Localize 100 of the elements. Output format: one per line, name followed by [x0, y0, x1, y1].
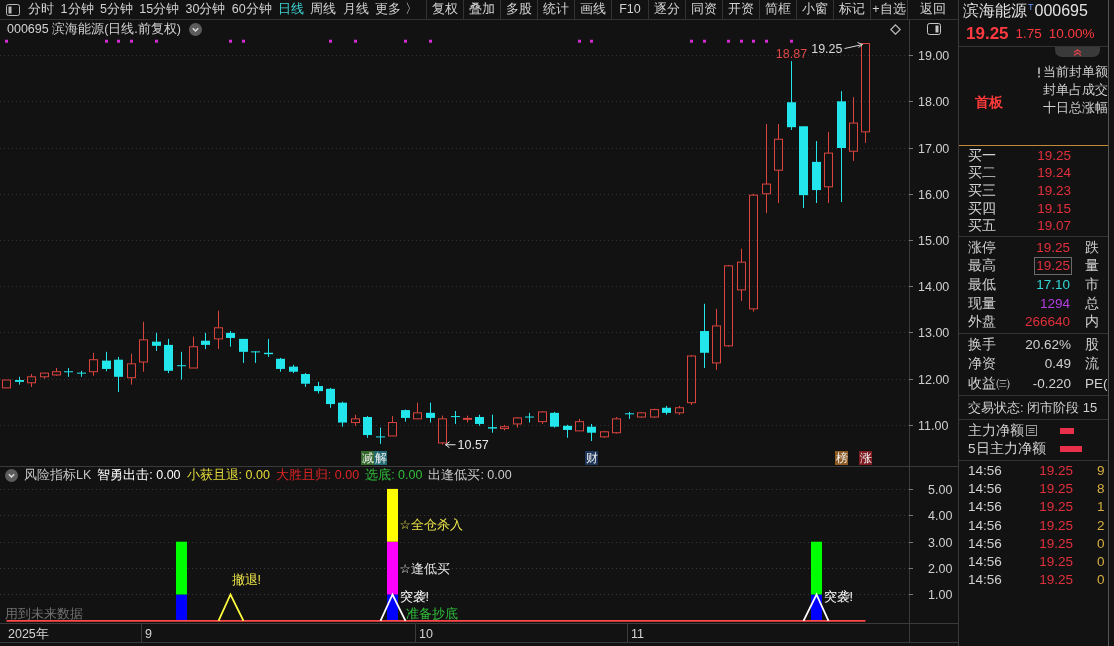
toolbar-button[interactable]: 叠加: [463, 0, 500, 19]
trade-time: 14:56: [968, 517, 1003, 534]
candle: [401, 409, 410, 423]
list-icon[interactable]: [1026, 425, 1037, 437]
candle: [127, 353, 136, 386]
candle: [152, 332, 161, 352]
stat-label: 流: [1085, 356, 1099, 373]
period-tab[interactable]: 周线: [307, 0, 340, 19]
trade-volume: 0: [1097, 535, 1105, 552]
trade-time: 14:56: [968, 463, 1003, 480]
candle: [513, 416, 522, 429]
axis-label: 11.00: [918, 419, 949, 433]
date-label: 2025年: [8, 627, 49, 641]
stat-value: 1294: [1038, 295, 1071, 312]
indicator-name: 风险指标LK: [24, 467, 92, 483]
candle: [413, 402, 422, 420]
indicator-value: 小获且退: 0.00: [186, 467, 270, 483]
flow-label: 5日主力净额: [968, 441, 1046, 458]
price-label: 19.25: [811, 41, 843, 56]
trade-volume: 8: [1097, 481, 1105, 498]
candle: [650, 408, 659, 419]
toolbar-button[interactable]: 简框: [759, 0, 796, 19]
candle: [251, 350, 260, 364]
event-tag: 减: [361, 451, 374, 465]
dropdown-icon[interactable]: [189, 22, 202, 36]
toolbar-button[interactable]: 统计: [537, 0, 574, 19]
stat-label: 外盘: [968, 314, 997, 331]
signal-label: 突袭!: [823, 590, 853, 605]
collapse-tab[interactable]: [1055, 47, 1100, 57]
period-tab[interactable]: 5分钟: [96, 0, 137, 19]
stat-label: 市: [1085, 276, 1099, 294]
trade-time: 14:56: [968, 535, 1003, 552]
trade-volume: 0: [1097, 553, 1105, 571]
stat-label: 最低: [968, 276, 997, 294]
candle: [102, 351, 111, 372]
candle: [77, 370, 86, 378]
toolbar-button[interactable]: 标记: [833, 0, 870, 19]
axis-label: 5.00: [928, 483, 953, 497]
axis-label: 19.00: [918, 49, 950, 63]
bid-price: 19.25: [1036, 147, 1071, 164]
date-label: 9: [145, 627, 152, 641]
period-tab[interactable]: 60分钟: [228, 0, 275, 19]
trade-price: 19.25: [1038, 535, 1073, 552]
period-tab[interactable]: 日线: [274, 0, 308, 19]
sidebar-toggle-icon[interactable]: [5, 3, 20, 16]
candle: [27, 373, 36, 388]
arrow-icon: [445, 441, 456, 449]
toolbar-button[interactable]: +自选: [870, 0, 907, 19]
toolbar-button[interactable]: F10: [611, 0, 648, 19]
toolbar-button[interactable]: 多股: [500, 0, 537, 19]
axis-label: 16.00: [918, 188, 950, 202]
candle: [675, 405, 684, 416]
candle: [114, 356, 123, 393]
candle: [787, 60, 796, 131]
toolbar-button[interactable]: 画线: [574, 0, 611, 19]
period-tab[interactable]: 月线: [339, 0, 372, 19]
signal-label: 准备抄底: [405, 606, 458, 621]
candle: [164, 338, 173, 374]
trade-status: 交易状态: 闭市阶段 15: [968, 399, 1098, 416]
candle: [338, 401, 347, 428]
stock-name: 滨海能源: [963, 1, 1027, 21]
axis-label: 13.00: [918, 326, 950, 340]
toolbar-button[interactable]: 逐分: [648, 0, 685, 19]
stat-label: 最高: [968, 258, 997, 275]
axis-label: 2.00: [928, 562, 953, 576]
candle: [214, 310, 223, 350]
toolbar-button[interactable]: 小窗: [796, 0, 833, 19]
note-text: 封单占成交: [1043, 81, 1108, 99]
period-tab[interactable]: 15分钟: [136, 0, 183, 19]
candle: [177, 351, 186, 381]
trade-time: 14:56: [968, 499, 1003, 516]
toolbar-button[interactable]: 复权: [426, 0, 463, 19]
period-tab[interactable]: 1分钟: [57, 0, 97, 19]
candle: [264, 338, 273, 358]
candle: [388, 415, 397, 437]
candle: [687, 354, 696, 406]
panel-toggle-icon[interactable]: [927, 23, 941, 35]
candle: [2, 379, 11, 389]
candle: [301, 372, 310, 388]
axis-label: 14.00: [918, 280, 950, 294]
dropdown-icon[interactable]: [5, 468, 18, 482]
diamond-icon[interactable]: [890, 23, 901, 35]
period-tab[interactable]: 更多 〉: [372, 0, 421, 19]
note-text: 当前封单额: [1043, 63, 1108, 81]
period-tab[interactable]: 分时: [25, 0, 58, 19]
chevron-up-icon: [1073, 48, 1082, 56]
price-label: 18.87: [775, 47, 808, 62]
toolbar-button[interactable]: 返回: [907, 0, 958, 19]
stat-value: -0.220: [1031, 375, 1071, 392]
stat-label: 现量: [968, 295, 997, 312]
toolbar-button[interactable]: 开资: [722, 0, 759, 19]
candle: [712, 308, 721, 371]
candle: [538, 410, 547, 425]
toolbar-button[interactable]: 同资: [685, 0, 722, 19]
candle: [463, 415, 472, 424]
candle: [637, 411, 646, 419]
period-tab[interactable]: 30分钟: [182, 0, 229, 19]
stat-value: 19.25: [1035, 258, 1071, 275]
stat-label: 总: [1085, 295, 1099, 312]
candle: [525, 412, 534, 424]
